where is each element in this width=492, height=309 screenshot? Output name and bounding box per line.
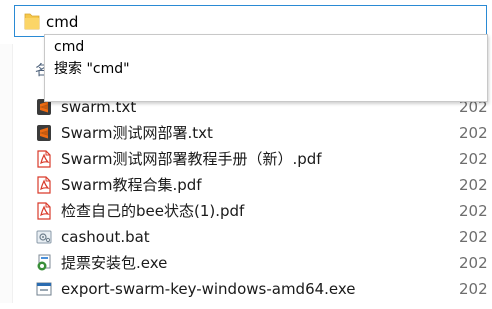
file-name: 检查自己的bee状态(1).pdf	[61, 202, 245, 220]
folder-icon	[24, 13, 40, 30]
file-date: 202	[459, 124, 488, 142]
address-suggestions-dropdown: cmd 搜索 "cmd"	[44, 34, 488, 102]
file-name: Swarm测试网部署教程手册（新）.pdf	[61, 150, 322, 168]
file-name: export-swarm-key-windows-amd64.exe	[61, 280, 356, 298]
address-input[interactable]	[46, 12, 240, 32]
pdf-icon	[37, 176, 51, 194]
installer-icon	[37, 254, 51, 271]
file-date: 202	[459, 280, 488, 298]
file-date: 202	[459, 176, 488, 194]
file-date: 202	[459, 202, 488, 220]
file-name: cashout.bat	[61, 228, 150, 246]
file-row[interactable]: Swarm测试网部署教程手册（新）.pdf 202	[32, 146, 492, 172]
pdf-icon	[37, 202, 51, 220]
suggestion-search-cmd[interactable]: 搜索 "cmd"	[54, 59, 130, 79]
file-row[interactable]: 检查自己的bee状态(1).pdf 202	[32, 198, 492, 224]
address-bar[interactable]	[14, 5, 487, 37]
next-row-partial	[0, 303, 492, 309]
exe-icon	[36, 282, 52, 296]
file-date: 202	[459, 254, 488, 272]
suggestion-cmd[interactable]: cmd	[54, 37, 84, 57]
file-row[interactable]: Swarm教程合集.pdf 202	[32, 172, 492, 198]
file-row[interactable]: Swarm测试网部署.txt 202	[32, 120, 492, 146]
file-row[interactable]: cashout.bat 202	[32, 224, 492, 250]
file-name: 提票安装包.exe	[61, 254, 168, 272]
file-name: Swarm测试网部署.txt	[61, 124, 213, 142]
pdf-icon	[37, 150, 51, 168]
file-row[interactable]: export-swarm-key-windows-amd64.exe 202	[32, 276, 492, 302]
batch-file-icon	[36, 230, 52, 244]
sublime-text-icon	[37, 125, 51, 141]
file-date: 202	[459, 150, 488, 168]
file-name: Swarm教程合集.pdf	[61, 176, 202, 194]
file-date: 202	[459, 228, 488, 246]
explorer-window: 名 swarm.txt 202 Swarm测试网部署.txt 202 Swarm…	[0, 0, 492, 309]
file-row[interactable]: 提票安装包.exe 202	[32, 250, 492, 276]
